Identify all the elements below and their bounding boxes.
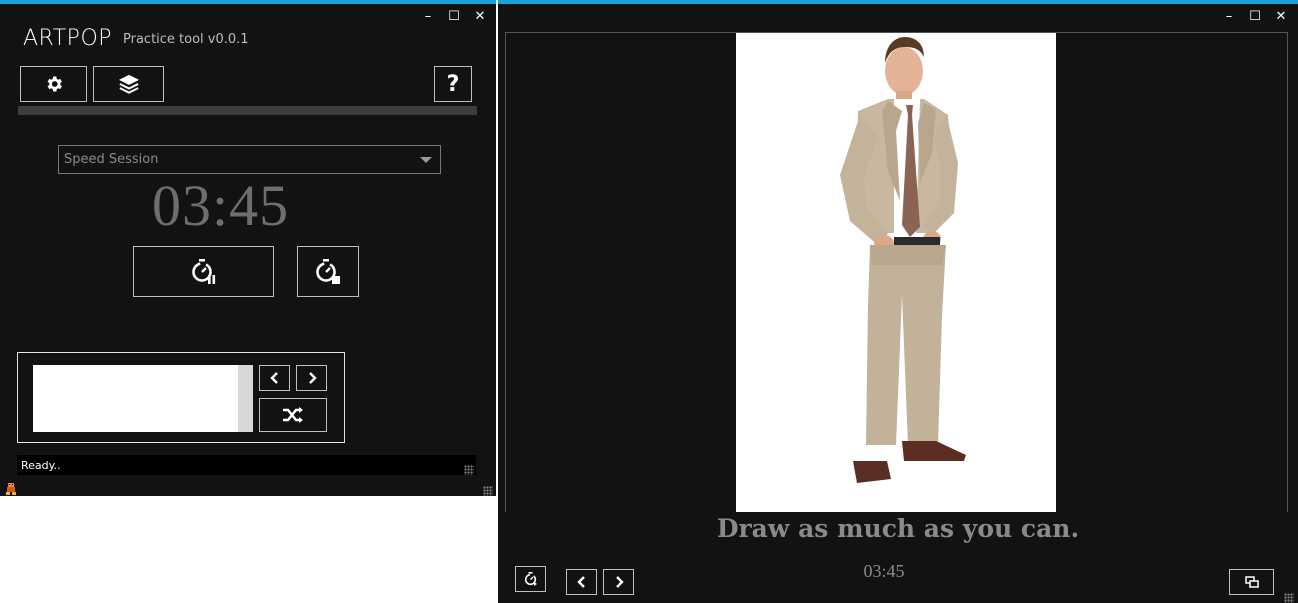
close-button[interactable]: ✕ bbox=[467, 6, 493, 26]
resize-grip-icon[interactable] bbox=[483, 486, 493, 496]
chevron-right-icon bbox=[615, 576, 624, 588]
restore-window-icon bbox=[1244, 576, 1259, 588]
window-controls: – ☐ ✕ bbox=[415, 6, 493, 26]
drawing-prompt-caption: Draw as much as you can. bbox=[716, 514, 1080, 543]
viewer-window: – ☐ ✕ Draw as much as you can. 03:45 bbox=[498, 0, 1298, 603]
layers-button[interactable] bbox=[93, 66, 164, 102]
status-text: Ready.. bbox=[21, 458, 61, 472]
chevron-down-icon bbox=[420, 157, 432, 163]
chevron-left-icon bbox=[269, 372, 278, 384]
man-in-suit-figure bbox=[840, 37, 966, 483]
session-type-value: Speed Session bbox=[64, 152, 159, 167]
resize-grip-icon[interactable] bbox=[464, 465, 474, 475]
app-title: ARTPOP bbox=[23, 26, 113, 51]
viewer-next-button[interactable] bbox=[603, 569, 634, 595]
minimize-button[interactable]: – bbox=[1216, 6, 1242, 26]
shuffle-button[interactable] bbox=[259, 398, 327, 432]
gear-icon bbox=[47, 76, 62, 92]
timer-display: 03:45 bbox=[152, 173, 290, 238]
viewer-timer-button[interactable] bbox=[515, 566, 546, 592]
stopwatch-icon bbox=[524, 572, 537, 586]
help-button[interactable]: ? bbox=[434, 66, 472, 102]
session-progress-bar bbox=[18, 106, 477, 115]
shuffle-icon bbox=[283, 407, 303, 423]
maximize-button[interactable]: ☐ bbox=[1242, 6, 1268, 26]
stopwatch-pause-icon bbox=[191, 258, 215, 284]
chevron-right-icon bbox=[308, 372, 317, 384]
status-bar: Ready.. bbox=[17, 455, 476, 475]
resize-grip-icon[interactable] bbox=[1284, 593, 1294, 603]
app-subtitle: Practice tool v0.0.1 bbox=[123, 32, 249, 47]
list-scrollbar[interactable] bbox=[238, 365, 253, 432]
viewer-prev-button[interactable] bbox=[566, 569, 597, 595]
maximize-button[interactable]: ☐ bbox=[441, 6, 467, 26]
minimize-button[interactable]: – bbox=[415, 6, 441, 26]
mascot-icon bbox=[6, 483, 16, 495]
list-prev-button[interactable] bbox=[259, 365, 290, 391]
chevron-left-icon bbox=[576, 576, 585, 588]
close-button[interactable]: ✕ bbox=[1268, 6, 1294, 26]
restore-window-button[interactable] bbox=[1229, 569, 1274, 595]
settings-button[interactable] bbox=[20, 66, 87, 102]
stop-timer-button[interactable] bbox=[297, 246, 359, 297]
window-controls: – ☐ ✕ bbox=[1216, 6, 1294, 26]
layers-icon bbox=[118, 74, 139, 94]
reference-photo bbox=[736, 33, 1056, 512]
list-next-button[interactable] bbox=[296, 365, 327, 391]
image-set-panel bbox=[17, 352, 345, 443]
main-window: – ☐ ✕ ARTPOP Practice tool v0.0.1 ? Spee… bbox=[0, 0, 496, 496]
image-set-list[interactable] bbox=[33, 365, 253, 432]
stopwatch-stop-icon bbox=[316, 258, 340, 284]
session-type-select[interactable]: Speed Session bbox=[58, 145, 441, 174]
pause-timer-button[interactable] bbox=[133, 246, 274, 297]
